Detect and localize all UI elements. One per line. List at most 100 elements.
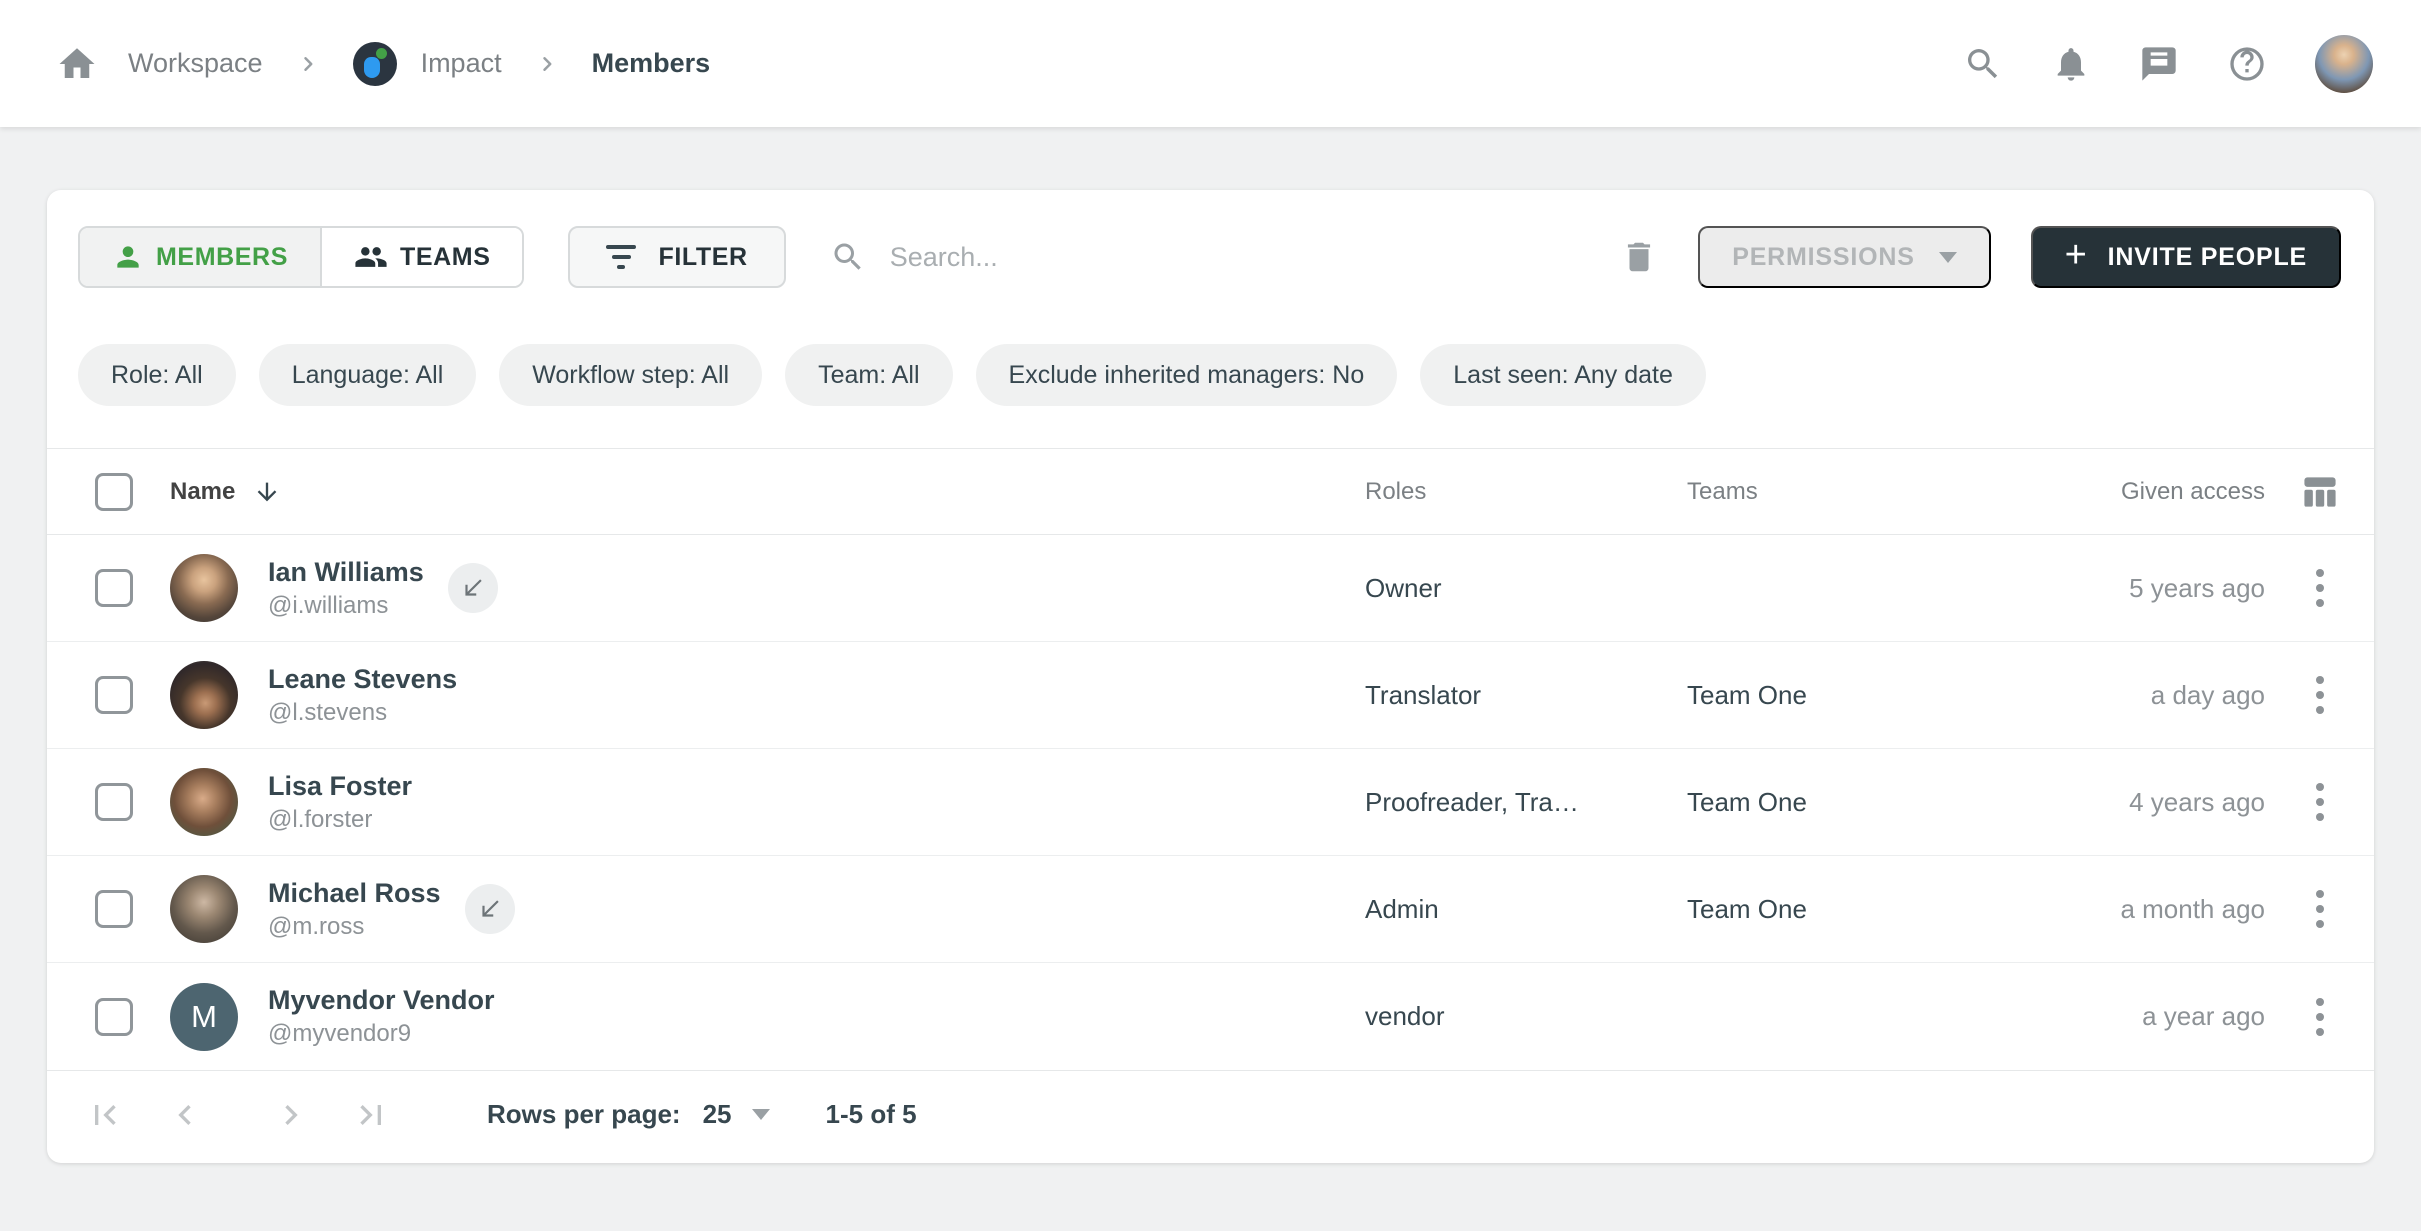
roles-cell: Proofreader, Tra… [1365, 787, 1687, 818]
invite-people-button[interactable]: + INVITE PEOPLE [2031, 226, 2341, 288]
table-row[interactable]: Ian Williams @i.williams Owner 5 years a… [47, 535, 2374, 642]
pagination-range: 1-5 of 5 [826, 1099, 917, 1130]
breadcrumb-workspace-label: Workspace [128, 48, 263, 79]
pagination: Rows per page: 25 1-5 of 5 [47, 1070, 2374, 1158]
filter-icon [606, 245, 636, 269]
last-page-icon[interactable] [351, 1095, 391, 1135]
column-header-roles: Roles [1365, 478, 1687, 506]
search-input[interactable] [890, 242, 1611, 273]
table-row[interactable]: Michael Ross @m.ross Admin Team One a mo… [47, 856, 2374, 963]
row-menu-kebab-icon[interactable] [2308, 990, 2332, 1044]
column-settings-icon[interactable] [2265, 470, 2374, 514]
filter-button-label: FILTER [658, 243, 747, 272]
first-page-icon[interactable] [85, 1095, 125, 1135]
table-header: Name Roles Teams Given access [47, 448, 2374, 535]
filter-chip-label: Role: All [111, 361, 203, 390]
home-icon[interactable] [56, 43, 98, 85]
breadcrumb-workspace[interactable]: Workspace [128, 48, 263, 79]
row-checkbox[interactable] [95, 890, 133, 928]
member-name: Michael Ross [268, 878, 441, 909]
rows-per-page-label: Rows per page: [487, 1099, 681, 1130]
given-access-cell: 4 years ago [2067, 787, 2265, 818]
table-row[interactable]: Leane Stevens @l.stevens Translator Team… [47, 642, 2374, 749]
given-access-cell: a month ago [2067, 894, 2265, 925]
filter-chips: Role: All Language: All Workflow step: A… [47, 344, 2374, 406]
filter-chip[interactable]: Last seen: Any date [1420, 344, 1706, 406]
chevron-right-icon [293, 49, 323, 79]
project-logo-icon [353, 42, 397, 86]
filter-button[interactable]: FILTER [568, 226, 785, 288]
row-menu-kebab-icon[interactable] [2308, 561, 2332, 615]
filter-chip-label: Exclude inherited managers: No [1009, 361, 1365, 390]
select-all-checkbox[interactable] [95, 473, 133, 511]
given-access-cell: 5 years ago [2067, 573, 2265, 604]
table-body: Ian Williams @i.williams Owner 5 years a… [47, 535, 2374, 1070]
filter-chip[interactable]: Language: All [259, 344, 477, 406]
member-name: Leane Stevens [268, 664, 457, 695]
given-access-cell: a year ago [2067, 1001, 2265, 1032]
filter-chip[interactable]: Exclude inherited managers: No [976, 344, 1398, 406]
member-handle: @l.stevens [268, 699, 457, 727]
breadcrumb: Workspace Impact Members [56, 42, 710, 86]
teams-cell: Team One [1687, 894, 2067, 925]
user-avatar[interactable] [2315, 35, 2373, 93]
row-menu-kebab-icon[interactable] [2308, 882, 2332, 936]
search-icon [830, 239, 866, 275]
members-page: Workspace Impact Members [0, 0, 2421, 1231]
row-checkbox[interactable] [95, 783, 133, 821]
member-avatar [170, 768, 238, 836]
breadcrumb-project[interactable]: Impact [353, 42, 502, 86]
row-menu-kebab-icon[interactable] [2308, 668, 2332, 722]
rows-per-page-value: 25 [703, 1099, 732, 1130]
tab-members[interactable]: MEMBERS [80, 228, 322, 286]
filter-chip[interactable]: Workflow step: All [499, 344, 762, 406]
search-icon[interactable] [1963, 44, 2003, 84]
members-teams-toggle: MEMBERS TEAMS [78, 226, 524, 288]
invite-people-label: INVITE PEOPLE [2108, 243, 2307, 272]
next-page-icon[interactable] [271, 1095, 311, 1135]
breadcrumb-page-label: Members [592, 48, 711, 79]
arrow-down-left-icon [477, 896, 503, 922]
column-header-name[interactable]: Name [170, 478, 1365, 506]
filter-chip[interactable]: Role: All [78, 344, 236, 406]
notifications-bell-icon[interactable] [2051, 44, 2091, 84]
table-row[interactable]: Lisa Foster @l.forster Proofreader, Tra…… [47, 749, 2374, 856]
tab-teams-label: TEAMS [400, 243, 491, 272]
tab-teams[interactable]: TEAMS [322, 228, 523, 286]
rows-per-page-select[interactable]: 25 [703, 1099, 770, 1130]
inherited-access-arrow-badge [465, 884, 515, 934]
teams-cell: Team One [1687, 680, 2067, 711]
roles-cell: Translator [1365, 680, 1687, 711]
topbar: Workspace Impact Members [0, 0, 2421, 127]
plus-icon: + [2065, 236, 2088, 274]
previous-page-icon[interactable] [165, 1095, 205, 1135]
chat-icon[interactable] [2139, 44, 2179, 84]
name-header-label: Name [170, 478, 235, 506]
toolbar: MEMBERS TEAMS FILTER PERMISSIONS [47, 226, 2374, 288]
member-name: Myvendor Vendor [268, 985, 495, 1016]
member-avatar [170, 875, 238, 943]
filter-chip[interactable]: Team: All [785, 344, 952, 406]
member-name: Ian Williams [268, 557, 424, 588]
row-checkbox[interactable] [95, 569, 133, 607]
row-checkbox[interactable] [95, 998, 133, 1036]
roles-cell: Admin [1365, 894, 1687, 925]
permissions-button[interactable]: PERMISSIONS [1698, 226, 1990, 288]
tab-members-label: MEMBERS [156, 243, 288, 272]
arrow-down-left-icon [460, 575, 486, 601]
members-card: MEMBERS TEAMS FILTER PERMISSIONS [47, 190, 2374, 1163]
member-handle: @l.forster [268, 806, 412, 834]
roles-cell: Owner [1365, 573, 1687, 604]
column-header-given-access: Given access [2067, 478, 2265, 506]
member-avatar [170, 661, 238, 729]
row-checkbox[interactable] [95, 676, 133, 714]
filter-chip-label: Workflow step: All [532, 361, 729, 390]
filter-chip-label: Last seen: Any date [1453, 361, 1673, 390]
delete-trash-icon[interactable] [1620, 238, 1658, 276]
given-access-cell: a day ago [2067, 680, 2265, 711]
help-icon[interactable] [2227, 44, 2267, 84]
table-row[interactable]: M Myvendor Vendor @myvendor9 vendor a ye… [47, 963, 2374, 1070]
row-menu-kebab-icon[interactable] [2308, 775, 2332, 829]
member-avatar [170, 554, 238, 622]
people-icon [354, 240, 388, 274]
